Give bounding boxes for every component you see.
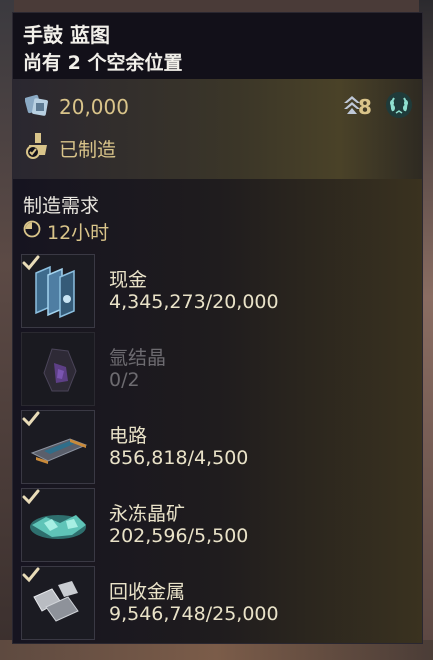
- free-slots-text: 尚有 2 个空余位置: [23, 52, 183, 74]
- material-slot: [21, 332, 95, 406]
- price-value: 20,000: [59, 95, 129, 119]
- check-icon: [22, 567, 40, 583]
- rank-value: 8: [358, 95, 372, 119]
- material-count: 4,345,273/20,000: [109, 291, 279, 313]
- material-row-circuit[interactable]: 电路 856,818/4,500: [21, 410, 416, 484]
- crafted-icon: [26, 133, 47, 159]
- crafting-time: 12小时: [47, 222, 110, 244]
- material-row-cash[interactable]: 现金 4,345,273/20,000: [21, 254, 416, 328]
- check-icon: [22, 489, 40, 505]
- check-icon: [22, 411, 40, 427]
- material-row-argon-crystal[interactable]: 氩结晶 0/2: [21, 332, 416, 406]
- tooltip-header: 手鼓 蓝图 尚有 2 个空余位置: [13, 13, 422, 79]
- crafting-requirements: 制造需求 12小时 现金 4,345,273/20,000 氩结晶 0/2 电路…: [13, 179, 422, 643]
- material-name: 现金: [109, 269, 148, 291]
- material-name: 永冻晶矿: [109, 503, 186, 525]
- material-slot: [21, 410, 95, 484]
- material-slot: [21, 254, 95, 328]
- check-icon: [22, 255, 40, 271]
- material-slot: [21, 488, 95, 562]
- material-name: 氩结晶: [109, 347, 167, 369]
- material-row-permafrost-ore[interactable]: 永冻晶矿 202,596/5,500: [21, 488, 416, 562]
- material-slot: [21, 566, 95, 640]
- material-name: 回收金属: [109, 581, 186, 603]
- material-count: 9,546,748/25,000: [109, 603, 279, 625]
- blueprint-title: 手鼓 蓝图: [23, 23, 110, 47]
- blueprint-tooltip: 手鼓 蓝图 尚有 2 个空余位置 20,000 8 已制造 制造需求 12小时 …: [12, 12, 423, 644]
- clock-icon: [23, 220, 41, 238]
- blueprint-info: 20,000 8 已制造: [13, 79, 422, 244]
- material-count: 856,818/4,500: [109, 447, 249, 469]
- material-count: 0/2: [109, 369, 140, 391]
- material-count: 202,596/5,500: [109, 525, 249, 547]
- crafted-label: 已制造: [59, 139, 117, 161]
- laurel-icon: [386, 92, 412, 118]
- currency-icon: [25, 94, 48, 116]
- material-name: 电路: [109, 425, 148, 447]
- material-row-recycled-metal[interactable]: 回收金属 9,546,748/25,000: [21, 566, 416, 640]
- requirements-title: 制造需求: [23, 195, 100, 217]
- argon-crystal-icon: [43, 348, 77, 392]
